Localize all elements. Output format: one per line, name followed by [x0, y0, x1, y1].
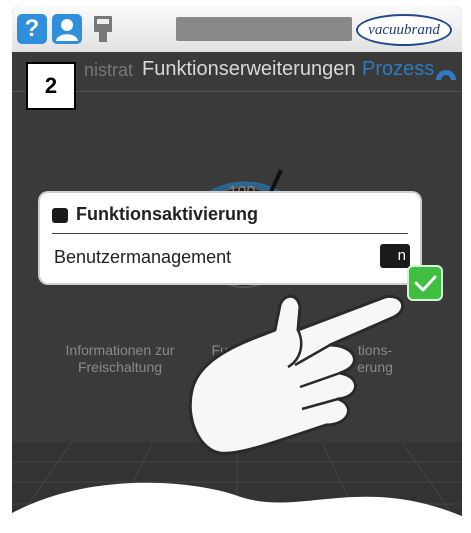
pointing-hand-icon — [188, 294, 405, 455]
